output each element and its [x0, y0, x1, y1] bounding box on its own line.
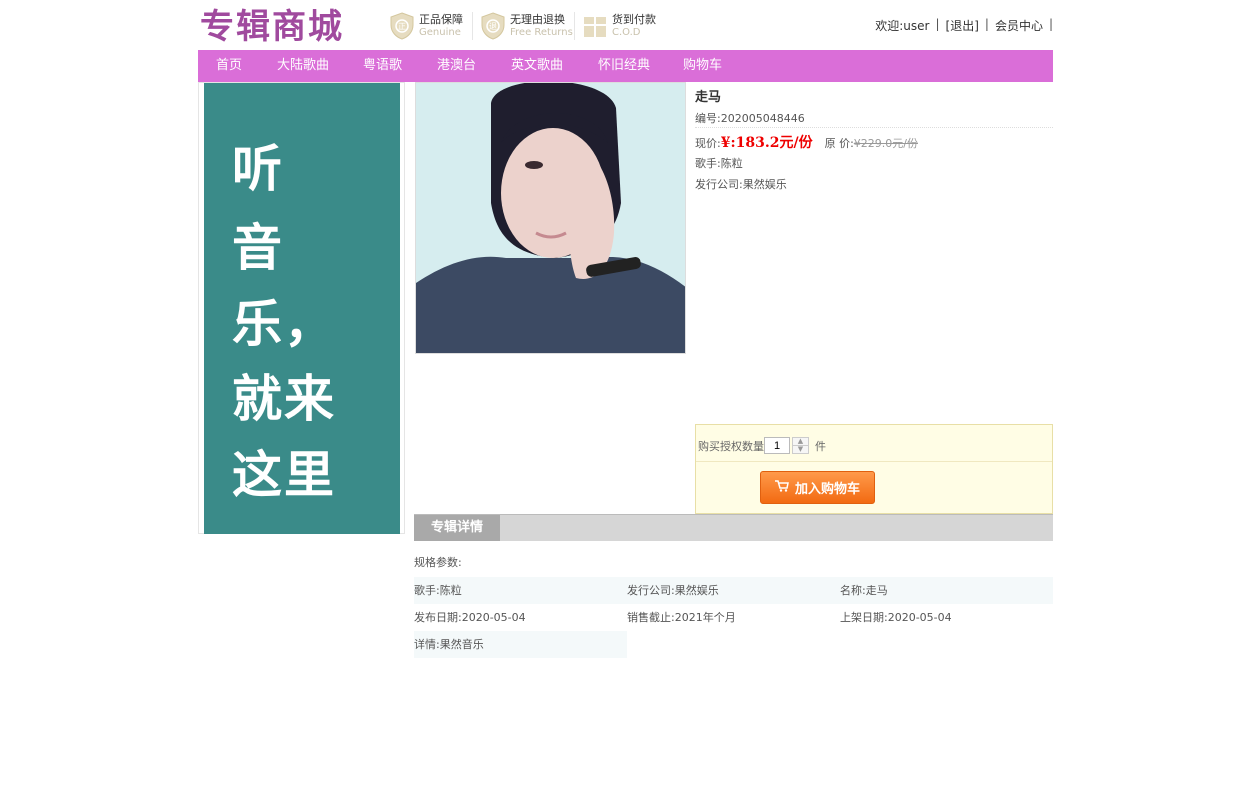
quantity-stepper[interactable]: ▲ ▼: [792, 437, 809, 454]
banner-text: 乐，: [232, 295, 336, 353]
assurance-title: 正品保障: [419, 13, 463, 26]
buy-box: 购买授权数量 ▲ ▼ 件 加入购物车: [695, 424, 1053, 514]
spec-label: 规格参数:: [414, 556, 462, 569]
assurance-returns: 退 无理由退换 Free Returns: [480, 10, 573, 42]
original-price-label: 原 价:: [824, 137, 854, 150]
quantity-unit: 件: [815, 439, 826, 453]
table-row: 详情:果然音乐: [414, 631, 1053, 658]
quantity-row: 购买授权数量 ▲ ▼ 件: [698, 437, 826, 454]
divider: [574, 12, 575, 40]
assurance-subtitle: Genuine: [419, 27, 461, 38]
spec-table: 规格参数: 歌手:陈粒 发行公司:果然娱乐 名称:走马 发布日期:2020-05…: [414, 549, 1053, 658]
shield-return-icon: 退: [480, 12, 506, 40]
nav-item-hk-macau-tw[interactable]: 港澳台: [437, 50, 476, 82]
divider: [696, 461, 1052, 462]
banner-text: 这里: [232, 446, 336, 504]
separator: |: [984, 17, 989, 31]
spec-cell: 名称:走马: [840, 584, 888, 597]
current-price: ¥:183.2元/份: [720, 135, 813, 151]
nav-item-english[interactable]: 英文歌曲: [511, 50, 563, 82]
separator: |: [935, 17, 940, 31]
cart-icon: [774, 479, 789, 496]
side-banner[interactable]: 听 音 乐， 就来 这里: [198, 82, 405, 534]
product-code: 编号:202005048446: [695, 112, 805, 125]
svg-text:退: 退: [489, 22, 497, 31]
table-row: 发布日期:2020-05-04 销售截止:2021年个月 上架日期:2020-0…: [414, 604, 1053, 631]
product-singer: 歌手:陈粒: [695, 157, 743, 170]
assurance-subtitle: C.O.D: [612, 27, 641, 38]
stepper-up-icon[interactable]: ▲: [793, 438, 808, 445]
spec-cell: 上架日期:2020-05-04: [840, 611, 952, 624]
nav-item-classics[interactable]: 怀旧经典: [598, 50, 650, 82]
table-row: 歌手:陈粒 发行公司:果然娱乐 名称:走马: [414, 577, 1053, 604]
assurance-cod: 货到付款 C.O.D: [582, 10, 656, 42]
add-to-cart-label: 加入购物车: [794, 482, 860, 497]
banner-text: 音: [232, 219, 284, 277]
gift-box-icon: [582, 12, 608, 40]
assurance-subtitle: Free Returns: [510, 27, 573, 38]
assurance-genuine: 正 正品保障 Genuine: [389, 10, 463, 42]
logout-link[interactable]: [退出]: [946, 17, 979, 34]
divider: [472, 12, 473, 40]
svg-text:正: 正: [398, 22, 406, 31]
spec-cell: 详情:果然音乐: [414, 631, 627, 658]
shield-genuine-icon: 正: [389, 12, 415, 40]
welcome-text: 欢迎:user: [875, 19, 930, 33]
main-nav: 首页 大陆歌曲 粤语歌 港澳台 英文歌曲 怀旧经典 购物车: [198, 50, 1053, 82]
spec-cell: 销售截止:2021年个月: [627, 611, 736, 624]
site-logo[interactable]: 专辑商城: [200, 6, 344, 48]
tab-album-details[interactable]: 专辑详情: [414, 515, 500, 541]
original-price: ¥229.0元/份: [853, 137, 918, 150]
product-company: 发行公司:果然娱乐: [695, 178, 787, 191]
product-title: 走马: [695, 90, 722, 105]
nav-item-home[interactable]: 首页: [216, 50, 242, 82]
member-center-link[interactable]: 会员中心: [995, 17, 1043, 34]
add-to-cart-button[interactable]: 加入购物车: [760, 471, 875, 504]
banner-image: 听 音 乐， 就来 这里: [204, 83, 400, 534]
separator: |: [1048, 17, 1053, 31]
spec-cell: 发行公司:果然娱乐: [627, 584, 719, 597]
assurance-title: 无理由退换: [510, 13, 565, 26]
price-row: 现价: ¥:183.2元/份 原 价: ¥229.0元/份: [695, 132, 918, 152]
quantity-input[interactable]: [764, 437, 790, 454]
nav-item-cart[interactable]: 购物车: [683, 50, 722, 82]
banner-text: 就来: [232, 370, 336, 428]
quantity-label: 购买授权数量: [698, 439, 764, 453]
spec-cell: 发布日期:2020-05-04: [414, 611, 526, 624]
divider: [695, 127, 1053, 128]
user-links: 欢迎:user | [退出] | 会员中心 |: [875, 17, 1053, 34]
album-cover-image[interactable]: [415, 82, 686, 354]
details-tab-bar: 专辑详情: [414, 514, 1053, 541]
banner-text: 听: [232, 140, 284, 198]
spec-cell: 歌手:陈粒: [414, 584, 462, 597]
stepper-down-icon[interactable]: ▼: [793, 445, 808, 453]
nav-item-cantonese[interactable]: 粤语歌: [363, 50, 402, 82]
assurance-title: 货到付款: [612, 13, 656, 26]
price-label: 现价:: [695, 137, 721, 150]
nav-item-mainland[interactable]: 大陆歌曲: [277, 50, 329, 82]
